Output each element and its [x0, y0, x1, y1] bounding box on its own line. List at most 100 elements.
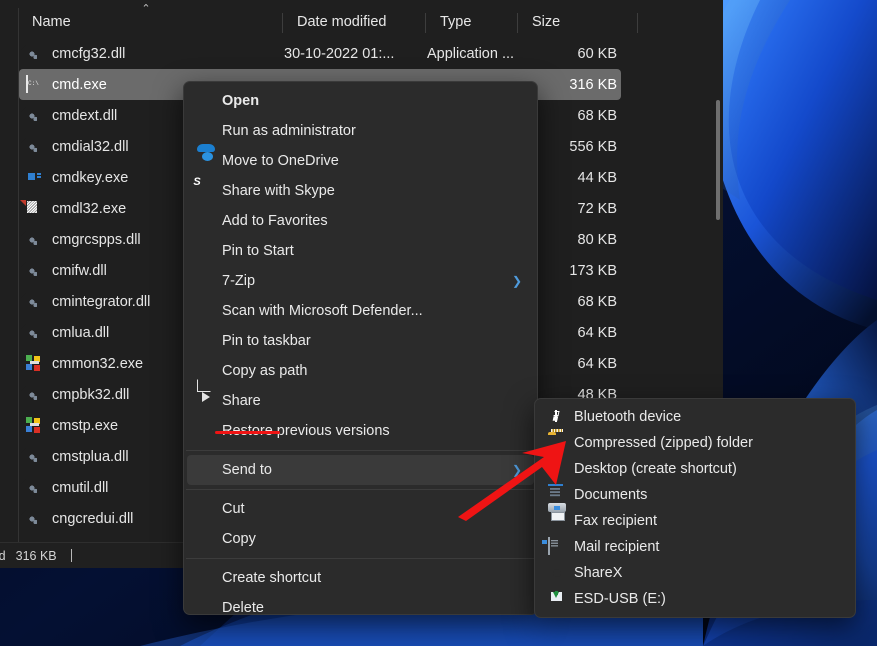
usb-drive-icon: [548, 590, 566, 608]
submenu-item-label: ESD-USB (E:): [574, 591, 666, 607]
status-caret: [71, 549, 72, 562]
zipped-folder-icon: [548, 434, 566, 452]
context-menu-item[interactable]: Open: [187, 86, 534, 116]
context-menu-item[interactable]: Create shortcut: [187, 563, 534, 593]
desktop-monitor-icon: [548, 460, 566, 478]
submenu-item[interactable]: ShareX: [538, 560, 852, 586]
submenu-item[interactable]: Compressed (zipped) folder: [538, 430, 852, 456]
dll-file-icon: [26, 324, 43, 341]
color-blocks-icon: [26, 355, 43, 372]
context-menu[interactable]: Open Run as administrator Move to OneDrive…: [183, 81, 538, 615]
dll-file-icon: [26, 293, 43, 310]
context-menu-item-label: Share: [222, 393, 534, 409]
context-menu-item[interactable]: Add to Favorites: [187, 206, 534, 236]
file-name: cmdext.dll: [52, 108, 117, 124]
submenu-item-label: ShareX: [574, 565, 622, 581]
icon-placeholder: [197, 569, 215, 587]
dll-file-icon: [26, 479, 43, 496]
context-menu-item[interactable]: 7-Zip❯: [187, 266, 534, 296]
context-menu-item-label: Cut: [222, 501, 534, 517]
uac-shield-icon: [197, 599, 215, 615]
context-menu-item[interactable]: Pin to taskbar: [187, 326, 534, 356]
submenu-item-label: Mail recipient: [574, 539, 659, 555]
scrollbar-thumb[interactable]: [716, 100, 720, 220]
file-name: cmlua.dll: [52, 325, 109, 341]
column-header-label: Date modified: [284, 14, 386, 30]
column-header-label: Name: [19, 14, 71, 30]
send-to-submenu[interactable]: Bluetooth device Compressed (zipped) fold…: [534, 398, 856, 618]
column-resize-handle[interactable]: [637, 13, 638, 33]
context-menu-item[interactable]: Send to❯: [187, 455, 534, 485]
sort-ascending-icon[interactable]: ⌃: [140, 5, 152, 13]
file-name: cngcredui.dll: [52, 511, 133, 527]
menu-separator: [186, 450, 535, 451]
file-name: cmdial32.dll: [52, 139, 129, 155]
file-name: cmgrcspps.dll: [52, 232, 141, 248]
submenu-item[interactable]: ESD-USB (E:): [538, 586, 852, 612]
column-resize-handle[interactable]: [517, 13, 518, 33]
file-name: cmcfg32.dll: [52, 46, 125, 62]
column-header-label: Size: [519, 14, 560, 30]
column-resize-handle[interactable]: [282, 13, 283, 33]
context-menu-item[interactable]: Scan with Microsoft Defender...: [187, 296, 534, 326]
onedrive-icon: [197, 152, 215, 170]
context-menu-item-label: 7-Zip: [222, 273, 512, 289]
file-name: cmstplua.dll: [52, 449, 129, 465]
context-menu-item[interactable]: Move to OneDrive: [187, 146, 534, 176]
submenu-item[interactable]: Bluetooth device: [538, 404, 852, 430]
context-menu-item-label: Open: [222, 93, 534, 109]
context-menu-item[interactable]: Run as administrator: [187, 116, 534, 146]
dll-file-icon: [26, 386, 43, 403]
file-row[interactable]: cmcfg32.dll30-10-2022 01:...Application …: [19, 38, 621, 69]
icon-placeholder: [197, 500, 215, 518]
submenu-item[interactable]: Mail recipient: [538, 534, 852, 560]
context-menu-item[interactable]: Delete: [187, 593, 534, 615]
context-menu-item-label: Pin to taskbar: [222, 333, 534, 349]
submenu-item[interactable]: Fax recipient: [538, 508, 852, 534]
annotation-underline-send-to: [215, 431, 280, 434]
column-header-size[interactable]: Size: [519, 8, 560, 36]
context-menu-item[interactable]: Copy as path: [187, 356, 534, 386]
column-header-label: Type: [427, 14, 471, 30]
context-menu-item-label: Send to: [222, 462, 512, 478]
menu-separator: [186, 489, 535, 490]
context-menu-item[interactable]: Share: [187, 386, 534, 416]
column-header-name[interactable]: Name: [19, 8, 71, 36]
status-total-size: 316 KB: [16, 549, 57, 563]
file-name: cmd.exe: [52, 77, 107, 93]
bluetooth-icon: [548, 408, 566, 426]
submenu-item[interactable]: Desktop (create shortcut): [538, 456, 852, 482]
context-menu-item[interactable]: Share with Skype: [187, 176, 534, 206]
dll-file-icon: [26, 45, 43, 62]
context-menu-item-label: Share with Skype: [222, 183, 534, 199]
context-menu-item-label: Run as administrator: [222, 123, 534, 139]
submenu-item-label: Fax recipient: [574, 513, 657, 529]
icon-placeholder: [197, 272, 215, 290]
context-menu-item[interactable]: Pin to Start: [187, 236, 534, 266]
file-name: cmstp.exe: [52, 418, 118, 434]
context-menu-item-label: Move to OneDrive: [222, 153, 534, 169]
installer-icon: [26, 200, 43, 217]
column-header-row: Name Date modified Type Size: [19, 8, 723, 36]
column-header-date-modified[interactable]: Date modified: [284, 8, 386, 36]
column-resize-handle[interactable]: [425, 13, 426, 33]
file-size: 60 KB: [519, 38, 617, 69]
context-menu-item[interactable]: Copy: [187, 524, 534, 554]
file-type: Application ...: [427, 38, 514, 69]
file-name: cmpbk32.dll: [52, 387, 129, 403]
file-name: cmutil.dll: [52, 480, 108, 496]
context-menu-item-label: Pin to Start: [222, 243, 534, 259]
icon-placeholder: [197, 461, 215, 479]
submenu-item-label: Desktop (create shortcut): [574, 461, 737, 477]
dll-file-icon: [26, 262, 43, 279]
dll-file-icon: [26, 510, 43, 527]
column-header-type[interactable]: Type: [427, 8, 471, 36]
sharex-icon: [548, 564, 566, 582]
submenu-item[interactable]: Documents: [538, 482, 852, 508]
dll-file-icon: [26, 107, 43, 124]
uac-shield-icon: [197, 122, 215, 140]
skype-icon: [197, 182, 215, 200]
file-name: cmifw.dll: [52, 263, 107, 279]
context-menu-item[interactable]: Cut: [187, 494, 534, 524]
submenu-item-label: Bluetooth device: [574, 409, 681, 425]
